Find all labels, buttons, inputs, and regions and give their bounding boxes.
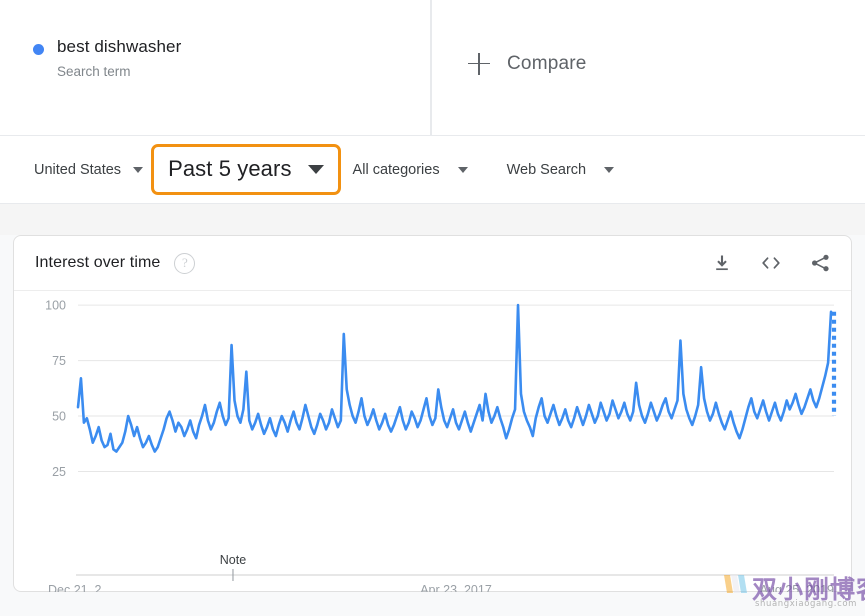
y-axis-tick-label: 25 xyxy=(52,465,66,479)
question-mark-icon[interactable]: ? xyxy=(174,252,196,274)
chart-title-group: Interest over time ? xyxy=(35,252,196,274)
filter-category[interactable]: All categories xyxy=(353,162,468,178)
chevron-down-icon xyxy=(133,166,144,173)
search-term-type: Search term xyxy=(57,64,131,79)
chevron-down-icon xyxy=(457,166,468,173)
search-term-card[interactable]: best dishwasher Search term xyxy=(0,0,431,136)
filter-search-type[interactable]: Web Search xyxy=(507,162,615,178)
compare-label: Compare xyxy=(507,52,587,74)
filter-region-label: United States xyxy=(34,161,122,178)
chevron-down-icon xyxy=(307,164,324,174)
filter-region[interactable]: United States xyxy=(34,161,144,178)
note-annotation-label[interactable]: Note xyxy=(220,553,246,567)
x-axis-tick-label: Aug 25, 2019 xyxy=(760,583,834,592)
embed-code-icon[interactable] xyxy=(759,251,783,275)
interest-over-time-card: Interest over time ? 25 50 75 100 Note D… xyxy=(13,235,852,592)
x-axis-tick-label: Apr 23, 2017 xyxy=(420,583,492,592)
filter-time-range[interactable]: Past 5 years xyxy=(151,144,341,195)
search-terms-row: best dishwasher Search term Compare xyxy=(0,0,865,136)
y-axis-tick-label: 50 xyxy=(52,410,66,424)
google-trends-page: best dishwasher Search term Compare Unit… xyxy=(0,0,865,616)
section-gap xyxy=(0,204,865,235)
trend-line xyxy=(76,303,833,453)
chart-title: Interest over time xyxy=(35,254,161,271)
search-term-label: best dishwasher xyxy=(57,37,182,56)
chevron-down-icon xyxy=(604,166,615,173)
compare-card[interactable]: Compare xyxy=(431,0,865,136)
filter-bar: United States Past 5 years All categorie… xyxy=(0,136,865,204)
filter-search-type-label: Web Search xyxy=(506,161,587,178)
watermark-url: shuangxiaogang.com xyxy=(755,599,858,609)
series-color-dot xyxy=(33,44,44,55)
share-icon[interactable] xyxy=(808,251,832,275)
filter-category-label: All categories xyxy=(352,161,440,178)
chart-action-icons xyxy=(710,251,832,275)
search-term-content: best dishwasher Search term xyxy=(33,36,181,83)
download-icon[interactable] xyxy=(710,251,734,275)
y-axis-tick-label: 100 xyxy=(45,299,66,313)
compare-button[interactable]: Compare xyxy=(468,52,587,75)
y-axis-tick-label: 75 xyxy=(52,354,66,368)
filter-time-range-label: Past 5 years xyxy=(168,156,292,181)
x-axis-tick-label: Dec 21, 2... xyxy=(48,583,112,592)
plus-icon xyxy=(468,52,490,75)
chart-plot-area[interactable]: 25 50 75 100 Note Dec 21, 2... Apr 23, 2017 Aug… xyxy=(14,291,851,592)
chart-header: Interest over time ? xyxy=(14,236,851,291)
trends-line-chart: 25 50 75 100 Note Dec 21, 2... Apr 23, 2017 Aug… xyxy=(45,299,837,592)
